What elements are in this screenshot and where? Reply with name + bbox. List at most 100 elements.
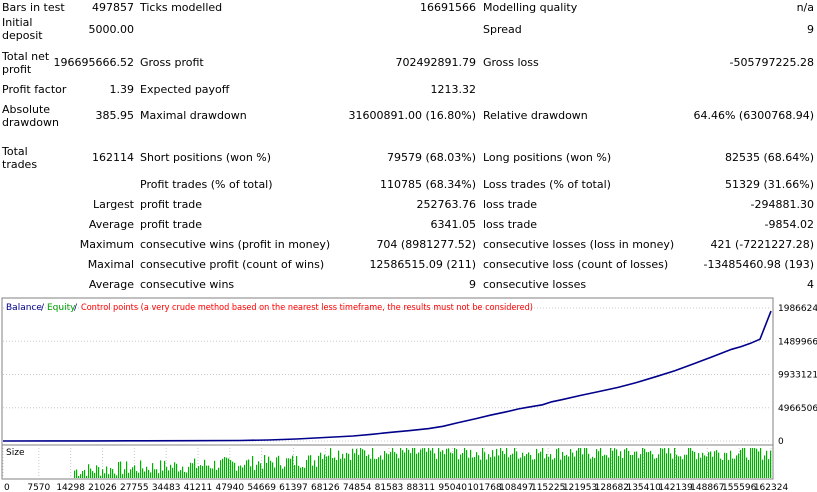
size-bar [684, 454, 686, 478]
size-bar [454, 448, 456, 478]
size-bar [748, 460, 750, 478]
size-bar [524, 456, 526, 478]
size-bar [174, 462, 176, 478]
size-bar [316, 466, 318, 478]
spread-value: 9 [807, 23, 814, 36]
size-bar [94, 472, 96, 478]
size-bar [392, 448, 394, 478]
size-bar [250, 466, 252, 478]
size-bar [90, 468, 92, 478]
x-tick-label: 148867 [690, 483, 724, 492]
size-bar [498, 455, 500, 478]
size-bar [122, 474, 124, 478]
size-bar [716, 450, 718, 478]
size-bar [362, 449, 364, 478]
size-bar [458, 459, 460, 478]
modelling-quality-label: Modelling quality [483, 1, 578, 14]
size-bar [264, 455, 266, 478]
spread-label: Spread [483, 23, 522, 36]
initial-deposit-label: Initial deposit [2, 16, 43, 42]
size-bar [620, 451, 622, 478]
size-bar [662, 448, 664, 478]
size-bar [78, 476, 80, 478]
size-bar [84, 470, 86, 478]
size-bar [118, 462, 120, 478]
size-bar [616, 449, 618, 478]
size-bar [708, 452, 710, 478]
size-bar [586, 448, 588, 478]
size-bar [528, 452, 530, 478]
avg-consec-wins-label: consecutive wins [140, 278, 235, 291]
size-bar [216, 469, 218, 478]
maximal-consec-profit-label: consecutive profit (count of wins) [140, 258, 325, 271]
size-bar [180, 470, 182, 478]
size-bar [312, 465, 314, 478]
size-bar [132, 467, 134, 478]
size-bar [488, 454, 490, 478]
size-bar [636, 451, 638, 478]
size-bar [168, 470, 170, 478]
size-bar [622, 458, 624, 478]
size-bar [628, 450, 630, 478]
size-bar [746, 457, 748, 478]
size-bar [680, 456, 682, 478]
size-bar [322, 459, 324, 478]
size-bar [700, 457, 702, 478]
size-bar [740, 449, 742, 478]
expected-payoff-label: Expected payoff [140, 83, 230, 96]
x-tick-label: 155596 [722, 483, 757, 492]
size-bar [384, 451, 386, 478]
x-tick-label: 14298 [56, 483, 85, 492]
size-bar [76, 469, 78, 478]
size-bar [476, 452, 478, 478]
size-bar [704, 455, 706, 478]
size-bar [584, 448, 586, 478]
size-bar [418, 452, 420, 478]
size-bar [248, 459, 250, 478]
size-bar [600, 448, 602, 478]
relative-drawdown-label: Relative drawdown [483, 109, 588, 122]
size-bar [114, 473, 116, 478]
average-loss-value: -9854.02 [764, 218, 814, 231]
size-bar [500, 448, 502, 478]
size-bar [360, 448, 362, 478]
size-bar [452, 453, 454, 478]
size-bar [632, 455, 634, 478]
size-bar [308, 455, 310, 478]
size-bar [290, 458, 292, 478]
size-bar [86, 476, 88, 478]
initial-deposit-value: 5000.00 [88, 23, 135, 36]
size-bar [334, 457, 336, 478]
largest-loss-label: loss trade [483, 198, 538, 211]
size-bar [634, 451, 636, 478]
size-bar [400, 448, 402, 478]
size-bar [142, 468, 144, 478]
size-bar [260, 463, 262, 478]
size-bar [262, 468, 264, 478]
size-bar [496, 448, 498, 478]
size-bar [604, 454, 606, 478]
size-bar [188, 466, 190, 478]
size-bar [626, 448, 628, 478]
size-bar [494, 456, 496, 478]
size-bar [756, 448, 758, 478]
size-bar [258, 461, 260, 478]
size-bar [580, 448, 582, 478]
size-bar [536, 448, 538, 478]
size-bar [672, 458, 674, 478]
size-bar [442, 450, 444, 478]
size-bar [654, 458, 656, 478]
legend-equity: Equity [47, 303, 76, 313]
total-trades-value: 162114 [92, 151, 134, 164]
x-tick-label: 61397 [279, 483, 308, 492]
size-bar [696, 459, 698, 478]
size-bar [156, 469, 158, 478]
size-bar [504, 454, 506, 478]
profit-factor-value: 1.39 [109, 83, 135, 96]
size-bar [440, 451, 442, 478]
size-bar [220, 460, 222, 478]
size-bar [706, 456, 708, 478]
size-bar [434, 453, 436, 478]
avg-consec-losses-value: 4 [807, 278, 814, 291]
size-bar [420, 449, 422, 478]
